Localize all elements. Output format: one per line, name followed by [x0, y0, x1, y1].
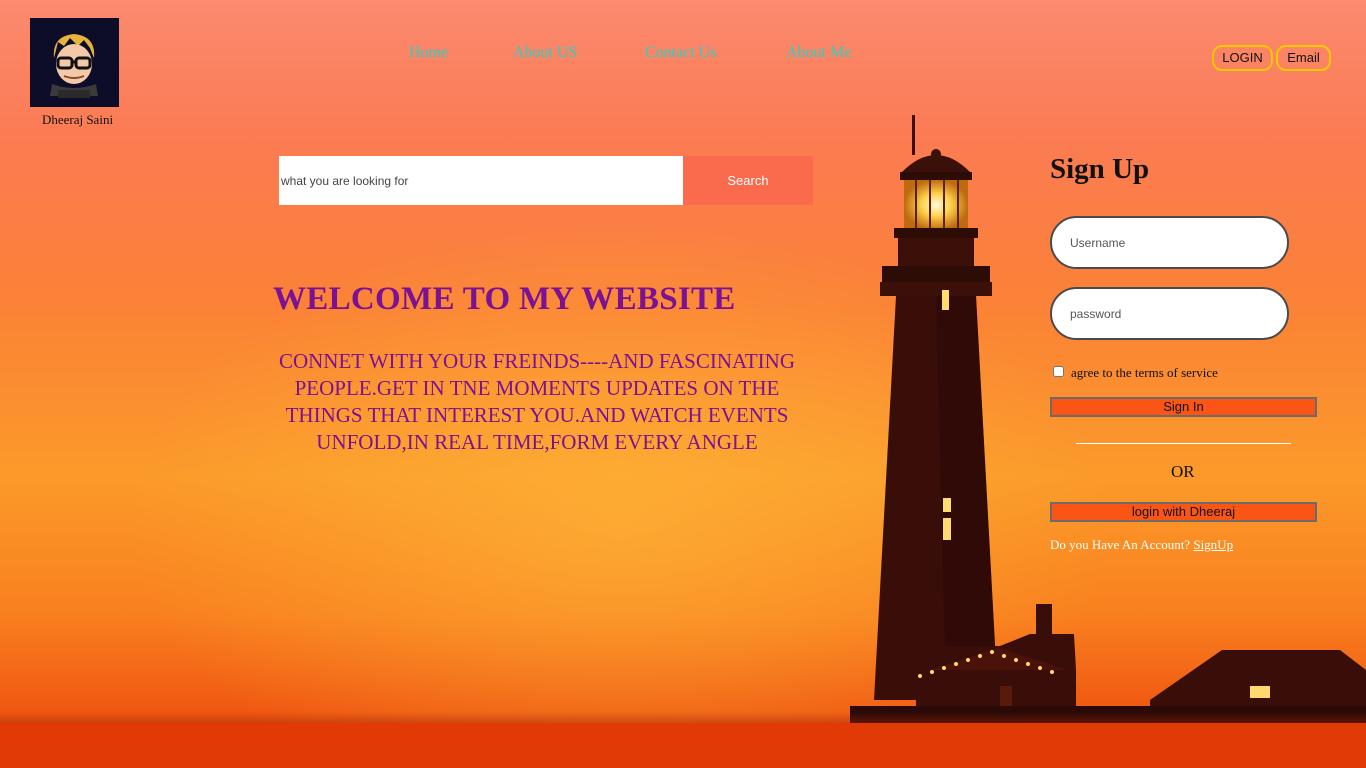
account-question-text: Do you Have An Account? — [1050, 537, 1191, 552]
terms-checkbox[interactable] — [1053, 366, 1064, 377]
login-button[interactable]: LOGIN — [1212, 45, 1273, 71]
signup-title: Sign Up — [1050, 153, 1150, 185]
logo-avatar[interactable] — [30, 18, 119, 107]
account-question: Do you Have An Account? SignUp — [1050, 537, 1233, 553]
footer-band — [0, 723, 1366, 768]
nav-link-home[interactable]: Home — [409, 44, 448, 62]
login-with-dheeraj-button[interactable]: login with Dheeraj — [1050, 502, 1317, 522]
search-input[interactable] — [279, 156, 683, 205]
divider — [1076, 443, 1291, 444]
sign-in-button[interactable]: Sign In — [1050, 397, 1317, 417]
signup-link[interactable]: SignUp — [1193, 537, 1233, 552]
nav-link-about-me[interactable]: About Me — [786, 44, 851, 62]
hero-tagline: CONNET WITH YOUR FREINDS----AND FASCINAT… — [278, 349, 796, 454]
nav-link-about-us[interactable]: About US — [513, 44, 577, 62]
search-button[interactable]: Search — [683, 156, 813, 205]
or-separator: OR — [1171, 462, 1195, 481]
hero-title: WELCOME TO MY WEBSITE — [273, 281, 736, 317]
brand-name: Dheeraj Saini — [41, 112, 114, 127]
terms-label: agree to the terms of service — [1071, 365, 1218, 380]
avatar-cartoon-glasses-icon — [50, 34, 98, 98]
lighthouse-illustration — [850, 115, 1366, 724]
username-field[interactable] — [1050, 216, 1289, 269]
nav-link-contact-us[interactable]: Contact Us — [645, 44, 717, 62]
password-field[interactable] — [1050, 287, 1289, 340]
email-button[interactable]: Email — [1276, 45, 1331, 71]
